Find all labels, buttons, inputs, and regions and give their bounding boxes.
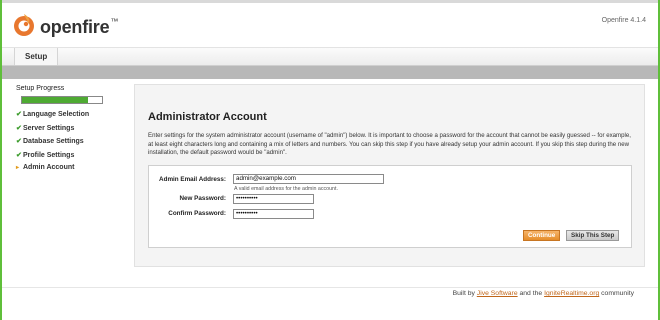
page-header: openfire™ Openfire 4.1.4 bbox=[2, 3, 658, 48]
email-label: Admin Email Address: bbox=[159, 176, 226, 183]
checkmark-icon: ✔ bbox=[16, 111, 22, 118]
footer-divider bbox=[2, 287, 658, 288]
sidebar-step-profile: ✔Profile Settings bbox=[16, 152, 75, 159]
confirm-password-label: Confirm Password: bbox=[168, 210, 226, 217]
new-password-label: New Password: bbox=[179, 195, 226, 202]
admin-account-panel: Administrator Account Enter settings for… bbox=[134, 84, 645, 267]
jive-software-link[interactable]: Jive Software bbox=[477, 290, 518, 297]
sidebar-step-database: ✔Database Settings bbox=[16, 138, 84, 145]
checkmark-icon: ✔ bbox=[16, 152, 22, 159]
confirm-password-field[interactable]: •••••••••• bbox=[233, 209, 314, 219]
logo-text: openfire™ bbox=[40, 17, 119, 37]
main-nav: Setup bbox=[2, 48, 658, 66]
subnav-strip bbox=[2, 66, 658, 79]
setup-progress-bar bbox=[21, 96, 103, 104]
admin-account-form: Admin Email Address: admin@example.com A… bbox=[148, 165, 632, 248]
page-description: Enter settings for the system administra… bbox=[148, 132, 631, 156]
checkmark-icon: ✔ bbox=[16, 138, 22, 145]
page-footer: Built by Jive Software and the IgniteRea… bbox=[452, 290, 634, 297]
sidebar-step-language: ✔Language Selection bbox=[16, 111, 90, 118]
page-title: Administrator Account bbox=[148, 111, 267, 123]
igniterealtime-link[interactable]: IgniteRealtime.org bbox=[544, 290, 599, 297]
openfire-logo-icon bbox=[14, 14, 34, 36]
sidebar-step-server: ✔Server Settings bbox=[16, 125, 75, 132]
checkmark-icon: ✔ bbox=[16, 125, 22, 132]
sidebar-step-admin: ▸ Admin Account bbox=[16, 164, 75, 171]
version-label: Openfire 4.1.4 bbox=[601, 17, 646, 24]
email-hint: A valid email address for the admin acco… bbox=[234, 186, 338, 192]
email-field[interactable]: admin@example.com bbox=[233, 174, 384, 184]
continue-button[interactable]: Continue bbox=[523, 230, 561, 241]
current-step-arrow-icon: ▸ bbox=[16, 165, 20, 171]
setup-sidebar: Setup Progress ✔Language Selection ✔Serv… bbox=[12, 80, 112, 180]
progress-fill bbox=[22, 97, 89, 103]
skip-step-button[interactable]: Skip This Step bbox=[566, 230, 620, 241]
tab-setup[interactable]: Setup bbox=[14, 48, 59, 65]
new-password-field[interactable]: •••••••••• bbox=[233, 194, 314, 204]
sidebar-title: Setup Progress bbox=[16, 85, 65, 92]
